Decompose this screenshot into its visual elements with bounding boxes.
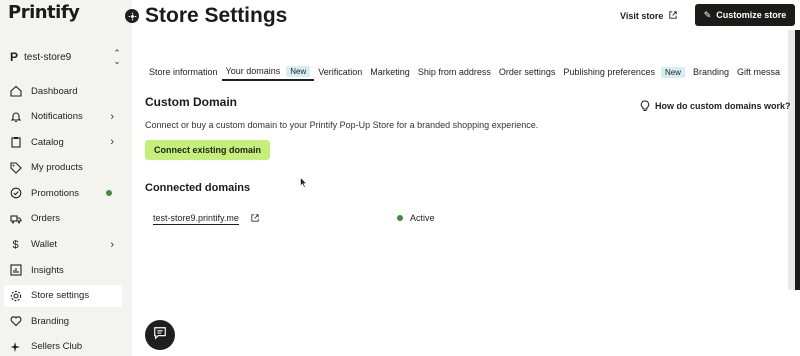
tab-label: Marketing <box>370 67 410 77</box>
dollar-icon: $ <box>12 238 19 251</box>
external-link-icon[interactable] <box>251 214 259 224</box>
custom-domains-help-link[interactable]: How do custom domains work? <box>640 100 791 112</box>
chevron-up-down-icon: ⌃ ⌄ <box>113 48 121 66</box>
clipboard-icon <box>9 136 22 149</box>
tab-publishing-preferences[interactable]: Publishing preferences New <box>559 63 689 81</box>
tab-verification[interactable]: Verification <box>314 63 366 81</box>
tab-branding[interactable]: Branding <box>689 63 733 81</box>
sidebar: Printify P test-store9 ⌃ ⌄ Dashboard Noti… <box>0 0 132 356</box>
new-badge: New <box>286 65 311 77</box>
store-switcher[interactable]: P test-store9 ⌃ ⌄ <box>10 48 122 66</box>
status-label: Active <box>410 213 435 223</box>
custom-domain-description: Connect or buy a custom domain to your P… <box>145 120 539 130</box>
bell-icon <box>9 110 22 123</box>
sidebar-item-label: Dashboard <box>31 85 78 97</box>
chart-icon <box>9 264 22 277</box>
tab-store-information[interactable]: Store information <box>145 63 222 81</box>
tab-label: Store information <box>149 67 218 77</box>
sidebar-item-label: Store settings <box>31 290 90 302</box>
sidebar-item-dashboard[interactable]: Dashboard <box>4 80 122 102</box>
visit-store-label: Visit store <box>620 11 664 21</box>
sidebar-item-store-settings[interactable]: Store settings <box>4 284 122 307</box>
home-icon <box>9 85 22 98</box>
chat-support-button[interactable] <box>145 320 175 350</box>
connect-existing-domain-button[interactable]: Connect existing domain <box>145 140 270 160</box>
tab-label: Gift messa <box>737 67 781 77</box>
store-settings-title-icon <box>125 9 139 23</box>
sidebar-item-label: Orders <box>31 213 61 225</box>
sidebar-item-notifications[interactable]: Notifications › <box>4 106 122 128</box>
window-edge-scrollbar[interactable] <box>788 30 800 290</box>
sidebar-item-label: Sellers Club <box>31 341 83 353</box>
tab-label: Verification <box>318 67 363 77</box>
new-badge: New <box>660 66 685 78</box>
chevron-right-icon: › <box>110 110 114 123</box>
chevron-right-icon: › <box>110 238 114 251</box>
sidebar-item-wallet[interactable]: $ Wallet › <box>4 234 122 256</box>
tab-order-settings[interactable]: Order settings <box>495 63 560 81</box>
customize-store-button[interactable]: ✎ Customize store <box>695 4 795 26</box>
sidebar-item-label: Insights <box>31 264 64 276</box>
tab-marketing[interactable]: Marketing <box>366 63 414 81</box>
tab-label: Ship from address <box>417 67 491 77</box>
scrollbar-thumb[interactable] <box>795 30 800 290</box>
chevron-right-icon: › <box>110 136 114 149</box>
sidebar-item-branding[interactable]: Branding <box>4 310 122 332</box>
sparkle-icon <box>9 340 22 353</box>
sidebar-item-label: Branding <box>31 315 70 327</box>
sidebar-item-label: Catalog <box>31 136 64 148</box>
sidebar-item-insights[interactable]: Insights <box>4 259 122 281</box>
tab-label: Branding <box>692 67 729 77</box>
tab-gift-messages[interactable]: Gift messa <box>733 63 784 81</box>
store-p-icon: P <box>10 50 19 64</box>
mouse-cursor-icon <box>300 176 308 188</box>
tab-label: Your domains <box>225 66 281 76</box>
sidebar-item-label: Notifications <box>31 111 83 123</box>
sidebar-item-label: My products <box>31 162 83 174</box>
domain-status: Active <box>397 213 435 223</box>
tab-your-domains[interactable]: Your domains New <box>221 63 315 81</box>
external-link-icon <box>669 11 677 21</box>
truck-icon <box>9 212 22 225</box>
pencil-icon: ✎ <box>703 9 712 20</box>
sidebar-item-label: Wallet <box>31 239 58 251</box>
badge-check-icon <box>9 187 22 200</box>
help-link-label: How do custom domains work? <box>655 101 791 111</box>
sidebar-item-orders[interactable]: Orders <box>4 208 122 230</box>
visit-store-link[interactable]: Visit store <box>620 9 677 23</box>
chat-icon <box>153 326 167 345</box>
tab-label: Order settings <box>498 67 556 77</box>
printify-logo[interactable]: Printify <box>8 2 80 23</box>
tab-ship-from-address[interactable]: Ship from address <box>414 63 495 81</box>
customize-store-label: Customize store <box>716 10 787 20</box>
tab-label: Publishing preferences <box>563 67 655 77</box>
connected-domain-link[interactable]: test-store9.printify.me <box>153 213 239 225</box>
connected-domains-title: Connected domains <box>145 182 251 194</box>
tag-icon <box>9 161 22 174</box>
sidebar-nav: Dashboard Notifications › Catalog › My p… <box>4 80 122 356</box>
store-name: test-store9 <box>24 51 72 63</box>
custom-domain-title: Custom Domain <box>145 95 238 109</box>
page-title: Store Settings <box>145 4 288 27</box>
status-dot <box>397 215 403 221</box>
sidebar-item-promotions[interactable]: Promotions <box>4 182 122 204</box>
promotions-notification-dot <box>106 190 112 197</box>
settings-tabs: Store information Your domains New Verifi… <box>145 63 788 81</box>
gear-icon <box>9 289 22 302</box>
sidebar-item-sellers-club[interactable]: Sellers Club <box>4 336 122 356</box>
sidebar-item-catalog[interactable]: Catalog › <box>4 131 122 153</box>
lightbulb-icon <box>640 100 650 112</box>
sidebar-item-label: Promotions <box>31 187 80 199</box>
heart-icon <box>9 315 22 328</box>
sidebar-item-my-products[interactable]: My products <box>4 157 122 179</box>
